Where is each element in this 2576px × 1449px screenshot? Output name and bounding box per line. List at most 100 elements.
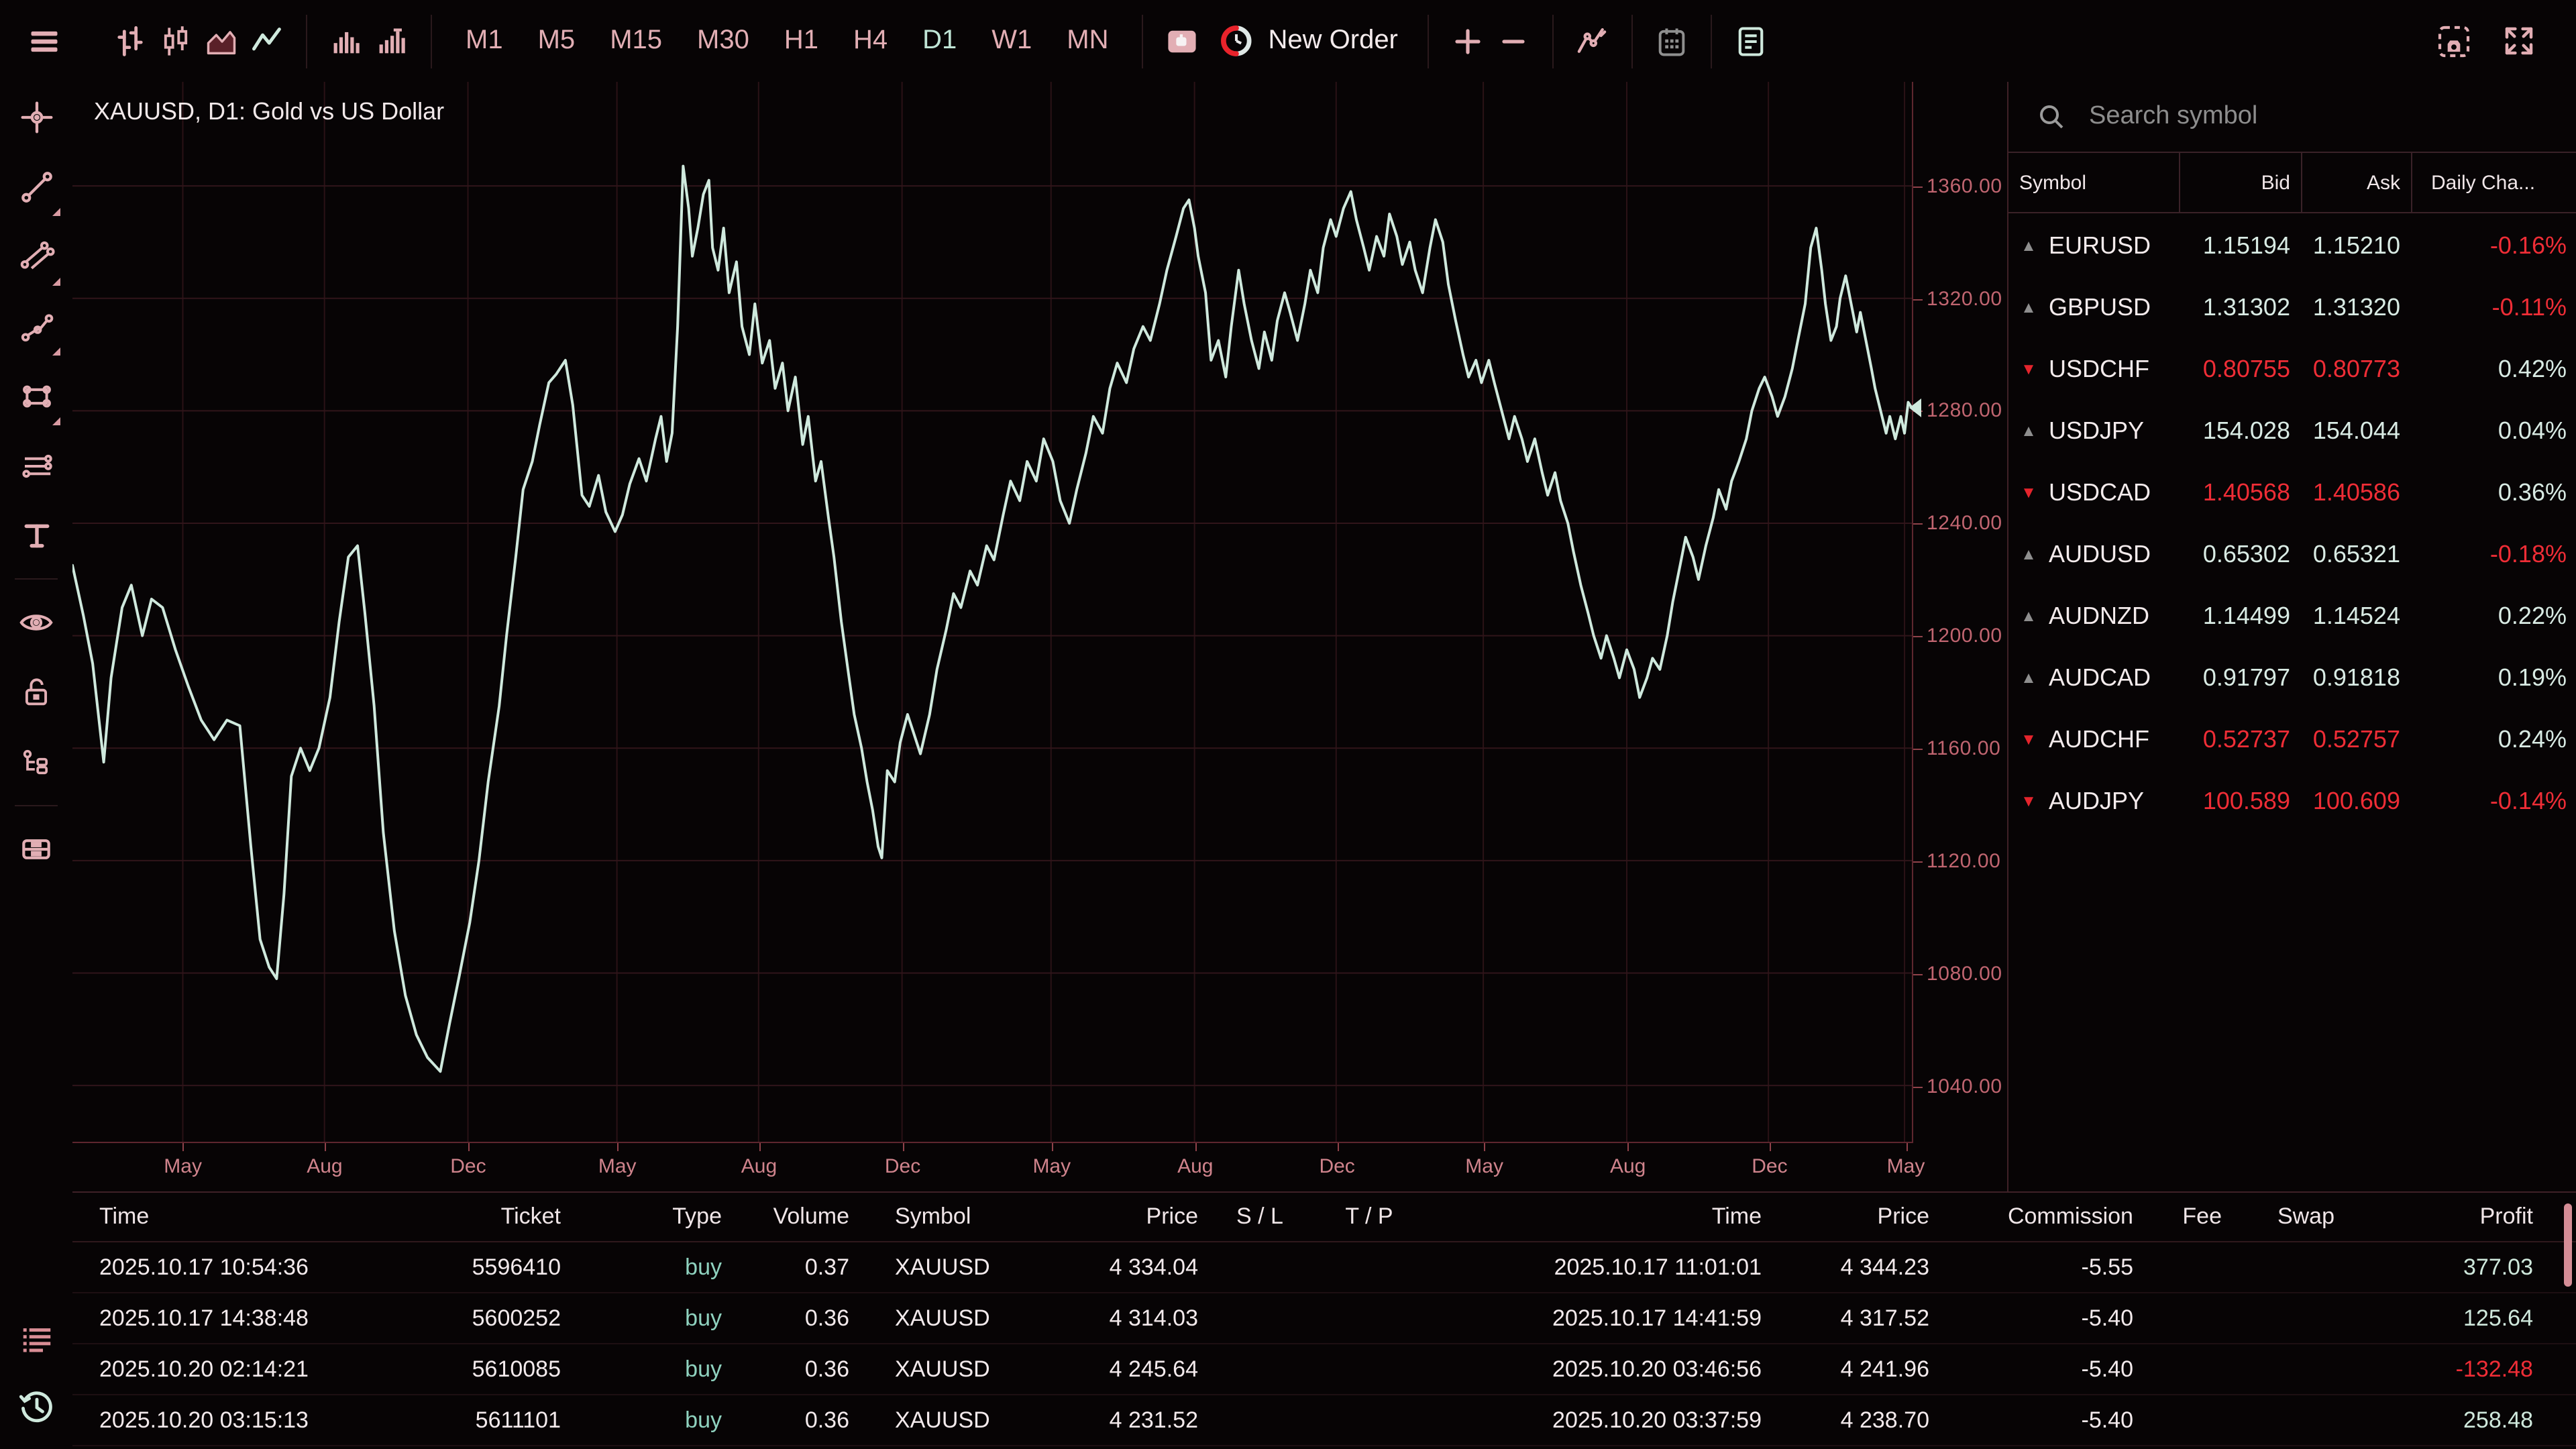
history-cell-price: 4 314.03	[1065, 1305, 1206, 1332]
indicators-button[interactable]	[1570, 11, 1615, 70]
symbol-name: GBPUSD	[2049, 293, 2179, 321]
history-row-5610085[interactable]: 2025.10.20 02:14:215610085buy0.36XAUUSD4…	[72, 1344, 2576, 1395]
history-column-9[interactable]: Price	[1770, 1203, 1937, 1230]
price-axis[interactable]: 1360.001320.001280.001240.001200.001160.…	[1913, 82, 2007, 1143]
symbol-name: USDCHF	[2049, 355, 2179, 383]
history-column-5[interactable]: Price	[1065, 1203, 1206, 1230]
history-row-5611101[interactable]: 2025.10.20 03:15:135611101buy0.36XAUUSD4…	[72, 1395, 2576, 1446]
submenu-corner	[52, 347, 60, 356]
show-objects-tool[interactable]	[0, 588, 72, 657]
history-column-6[interactable]: S / L	[1206, 1203, 1313, 1230]
market-watch-row-audusd[interactable]: ▲AUDUSD0.653020.65321-0.18%	[2008, 523, 2576, 585]
market-watch-row-gbpusd[interactable]: ▲GBPUSD1.313021.31320-0.11%	[2008, 276, 2576, 338]
search-symbol-input[interactable]	[2086, 101, 2489, 133]
line-chart-icon	[250, 23, 284, 58]
zoom-out-icon	[1497, 25, 1529, 57]
channel-tool[interactable]	[0, 221, 72, 291]
line-chart-type-button[interactable]	[244, 11, 290, 70]
objects-box-tool[interactable]	[0, 814, 72, 884]
polyline-tool[interactable]	[0, 291, 72, 361]
history-cell-type: buy	[569, 1407, 730, 1434]
market-watch-row-usdchf[interactable]: ▼USDCHF0.807550.807730.42%	[2008, 338, 2576, 400]
price-axis-label: 1240.00	[1927, 513, 2002, 535]
history-column-0[interactable]: Time	[72, 1203, 408, 1230]
timeframe-d1[interactable]: D1	[905, 11, 974, 70]
archive-icon	[17, 830, 55, 868]
history-column-1[interactable]: Ticket	[408, 1203, 569, 1230]
fibonacci-tool[interactable]	[0, 431, 72, 500]
history-cell-type: buy	[569, 1356, 730, 1383]
timeframe-w1[interactable]: W1	[974, 11, 1049, 70]
market-watch-row-audnzd[interactable]: ▲AUDNZD1.144991.145240.22%	[2008, 585, 2576, 647]
area-chart-type-button[interactable]	[199, 11, 244, 70]
text-tool[interactable]	[0, 500, 72, 570]
history-button[interactable]	[0, 1382, 72, 1430]
bar-chart-type-button[interactable]	[107, 11, 153, 70]
crosshair-tool[interactable]	[0, 82, 72, 152]
history-column-11[interactable]: Fee	[2141, 1203, 2230, 1230]
timeframe-mn[interactable]: MN	[1049, 11, 1126, 70]
rail-separator	[15, 805, 58, 806]
volumes-button[interactable]	[323, 11, 369, 70]
history-cell-close_time: 2025.10.17 11:01:01	[1425, 1254, 1770, 1281]
screenshot-button[interactable]	[2431, 11, 2477, 70]
toolbar-separator	[431, 14, 432, 68]
market-watch-row-audchf[interactable]: ▼AUDCHF0.527370.527570.24%	[2008, 708, 2576, 770]
daily-change-value: 0.36%	[2411, 478, 2576, 506]
price-line-chart	[72, 82, 1912, 1142]
history-column-2[interactable]: Type	[569, 1203, 730, 1230]
history-column-10[interactable]: Commission	[1937, 1203, 2141, 1230]
indicator-icon	[1574, 23, 1611, 59]
timeframe-h4[interactable]: H4	[836, 11, 905, 70]
fullscreen-button[interactable]	[2496, 11, 2541, 70]
column-symbol[interactable]: Symbol	[2008, 153, 2179, 212]
market-watch-row-audcad[interactable]: ▲AUDCAD0.917970.918180.19%	[2008, 647, 2576, 708]
trade-list-button[interactable]	[0, 1315, 72, 1363]
time-axis-tick	[617, 1143, 619, 1151]
timeframe-group: M1M5M15M30H1H4D1W1MN	[448, 11, 1126, 70]
unlock-objects-tool[interactable]	[0, 657, 72, 727]
scrollbar-thumb[interactable]	[2564, 1203, 2572, 1287]
timeframe-m15[interactable]: M15	[592, 11, 680, 70]
ask-value: 0.80773	[2301, 355, 2411, 383]
timeframe-m1[interactable]: M1	[448, 11, 521, 70]
time-axis[interactable]: MayAugDecMayAugDecMayAugDecMayAugDecMay	[72, 1143, 1913, 1191]
history-scrollbar[interactable]	[2564, 1203, 2572, 1438]
chart-plot[interactable]	[72, 82, 1913, 1143]
ask-value: 1.14524	[2301, 602, 2411, 630]
chart-window-button[interactable]	[1160, 11, 1205, 70]
market-watch-row-usdjpy[interactable]: ▲USDJPY154.028154.0440.04%	[2008, 400, 2576, 462]
chart-area[interactable]: XAUUSD, D1: Gold vs US Dollar 1360.00132…	[72, 82, 2007, 1191]
history-column-8[interactable]: Time	[1425, 1203, 1770, 1230]
journal-button[interactable]	[1728, 11, 1774, 70]
column-daily-change[interactable]: Daily Cha...	[2411, 153, 2576, 212]
tick-volumes-button[interactable]	[369, 11, 415, 70]
symbol-search[interactable]	[2008, 82, 2576, 152]
column-bid[interactable]: Bid	[2179, 153, 2301, 212]
candlestick-chart-type-button[interactable]	[153, 11, 199, 70]
time-axis-tick	[325, 1143, 326, 1151]
market-watch-row-usdcad[interactable]: ▼USDCAD1.405681.405860.36%	[2008, 462, 2576, 523]
history-column-4[interactable]: Symbol	[857, 1203, 1065, 1230]
timeframe-m30[interactable]: M30	[680, 11, 767, 70]
market-watch-row-eurusd[interactable]: ▲EURUSD1.151941.15210-0.16%	[2008, 215, 2576, 276]
history-column-7[interactable]: T / P	[1313, 1203, 1425, 1230]
menu-button[interactable]	[21, 11, 67, 70]
new-order-button[interactable]: New Order	[1219, 23, 1398, 59]
market-watch-row-audjpy[interactable]: ▼AUDJPY100.589100.609-0.14%	[2008, 770, 2576, 832]
history-column-3[interactable]: Volume	[730, 1203, 857, 1230]
shapes-tool[interactable]	[0, 361, 72, 431]
zoom-in-button[interactable]	[1445, 11, 1491, 70]
history-column-12[interactable]: Swap	[2230, 1203, 2343, 1230]
trendline-tool[interactable]	[0, 152, 72, 221]
object-list-tool[interactable]	[0, 727, 72, 797]
column-ask[interactable]: Ask	[2301, 153, 2411, 212]
history-row-5600252[interactable]: 2025.10.17 14:38:485600252buy0.36XAUUSD4…	[72, 1293, 2576, 1344]
timeframe-m5[interactable]: M5	[521, 11, 593, 70]
timeframe-h1[interactable]: H1	[767, 11, 836, 70]
history-row-5596410[interactable]: 2025.10.17 10:54:365596410buy0.37XAUUSD4…	[72, 1242, 2576, 1293]
history-column-13[interactable]: Profit	[2343, 1203, 2541, 1230]
calendar-button[interactable]	[1649, 11, 1695, 70]
zoom-out-button[interactable]	[1491, 11, 1536, 70]
symbol-name: AUDCAD	[2049, 663, 2179, 692]
